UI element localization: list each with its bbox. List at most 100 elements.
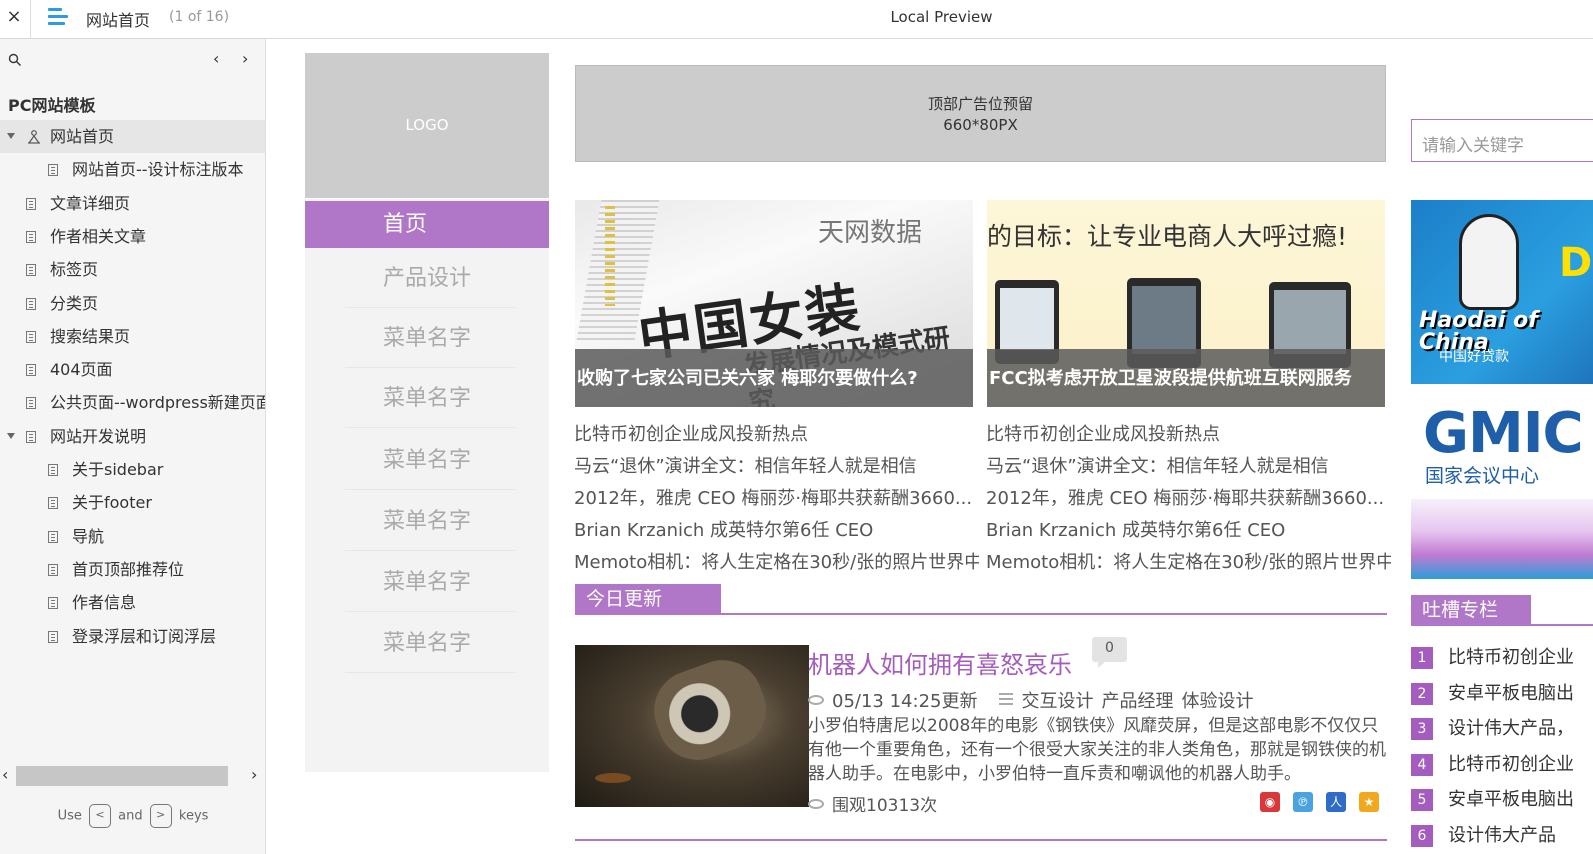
comment-count-badge[interactable]: 0 — [1092, 637, 1127, 668]
tree-item-label: 导航 — [72, 526, 105, 546]
nav-divider — [345, 489, 515, 490]
rank-item[interactable]: 4 比特币初创企业 — [1411, 750, 1593, 786]
tree-item[interactable]: 作者相关文章 — [0, 220, 265, 253]
tree-item[interactable]: 404页面 — [0, 353, 265, 386]
next-page-button[interactable]: › — [242, 49, 248, 68]
tree-item-label: 分类页 — [50, 293, 99, 313]
rank-item[interactable]: 6 设计伟大产品 — [1411, 821, 1593, 854]
page-icon — [26, 197, 36, 210]
article-tag[interactable]: 体验设计 — [1181, 691, 1253, 712]
tree-item[interactable]: 搜索结果页 — [0, 320, 265, 353]
page-icon — [48, 597, 58, 610]
nav-item[interactable]: 首页 — [305, 201, 549, 248]
news-item[interactable]: Memoto相机：将人生定格在30秒/张的照片世界中 — [574, 549, 979, 581]
tree-item[interactable]: 网站首页 — [0, 120, 265, 153]
article-title[interactable]: 机器人如何拥有喜怒哀乐 — [808, 645, 1072, 680]
weibo-share-icon[interactable]: ◉ — [1260, 792, 1280, 812]
nav-item[interactable]: 菜单名字 — [305, 620, 549, 667]
tree-item[interactable]: 分类页 — [0, 287, 265, 320]
page-icon — [48, 464, 58, 476]
nav-item[interactable]: 菜单名字 — [305, 498, 549, 545]
hint-and-text: and — [118, 808, 143, 824]
tree-item[interactable]: 关于sidebar — [0, 453, 265, 486]
article-views: 围观10313次 — [808, 791, 937, 816]
nav-item[interactable]: 菜单名字 — [305, 437, 549, 484]
haodai-slogan: 中国好贷款 — [1439, 349, 1509, 365]
news-item[interactable]: 马云“退休”演讲全文：相信年轻人就是相信 — [986, 453, 1391, 485]
tree-item[interactable]: 公共页面--wordpress新建页面 — [0, 386, 265, 419]
sitemap-menu-icon[interactable] — [48, 8, 68, 26]
banner-image-2[interactable]: 的目标：让专业电商人大呼过瘾! FCC拟考虑开放卫星波段提供航班互联网服务 — [987, 200, 1385, 407]
tree-item-label: 网站开发说明 — [50, 426, 147, 446]
horizontal-scrollbar[interactable] — [16, 766, 228, 786]
tree-item[interactable]: 首页顶部推荐位 — [0, 553, 265, 586]
news-item[interactable]: 2012年，雅虎 CEO 梅丽莎·梅耶共获薪酬3660... — [574, 485, 979, 517]
news-item[interactable]: 2012年，雅虎 CEO 梅丽莎·梅耶共获薪酬3660... — [986, 485, 1391, 517]
scroll-left-button[interactable]: ‹ — [2, 765, 8, 784]
right-ad-haodai[interactable]: D Haodai of China 中国好贷款 — [1411, 200, 1593, 384]
news-item[interactable]: 比特币初创企业成风投新热点 — [986, 421, 1391, 453]
tree-item[interactable]: 关于footer — [0, 486, 265, 519]
page-icon — [48, 530, 58, 543]
news-item[interactable]: Memoto相机：将人生定格在30秒/张的照片世界中 — [986, 549, 1391, 581]
tree-item[interactable]: 网站首页--设计标注版本 — [0, 153, 265, 186]
ad-size: 660*80PX — [943, 116, 1018, 134]
scroll-right-button[interactable]: › — [251, 765, 257, 784]
close-button[interactable]: × — [0, 0, 28, 36]
nav-divider — [345, 672, 515, 673]
gmic-venue: 国家会议中心 — [1425, 465, 1540, 487]
nav-item[interactable]: 产品设计 — [305, 255, 549, 302]
hint-keys-text: keys — [178, 808, 209, 824]
article-thumbnail[interactable] — [575, 645, 809, 807]
page-icon — [26, 364, 36, 377]
article-tag[interactable]: 产品经理 — [1101, 691, 1173, 712]
today-updates-header: 今日更新 — [575, 584, 1387, 615]
article-tag[interactable]: 交互设计 — [1021, 691, 1093, 712]
search-icon[interactable] — [8, 53, 22, 67]
tree-item[interactable]: 网站开发说明 — [0, 420, 265, 453]
rank-item[interactable]: 3 设计伟大产品， — [1411, 714, 1593, 750]
gmic-brand: GMIC — [1423, 401, 1584, 466]
right-ad-gmic[interactable]: GMIC 国家会议中心 — [1411, 399, 1593, 579]
favorite-share-icon[interactable]: ★ — [1359, 792, 1379, 812]
news-item[interactable]: Brian Krzanich 成英特尔第6任 CEO — [986, 517, 1391, 549]
current-page-name: 网站首页 — [86, 11, 151, 30]
tree-item-label: 404页面 — [50, 360, 113, 380]
expand-caret-icon[interactable] — [7, 133, 15, 139]
tree-item[interactable]: 导航 — [0, 520, 265, 553]
renren-share-icon[interactable]: 人 — [1326, 792, 1346, 812]
top-ad-placeholder: 顶部广告位预留 660*80PX — [575, 65, 1386, 162]
rank-number: 3 — [1411, 718, 1433, 740]
tree-item-label: 搜索结果页 — [50, 326, 131, 346]
banner2-caption: FCC拟考虑开放卫星波段提供航班互联网服务 — [987, 349, 1385, 407]
key-next-icon: > — [149, 804, 172, 828]
prev-page-button[interactable]: ‹ — [213, 49, 219, 68]
eye-icon — [808, 799, 824, 809]
tree-item-label: 关于sidebar — [72, 460, 164, 479]
project-title: PC网站模板 — [8, 96, 96, 115]
nav-item[interactable]: 菜单名字 — [305, 375, 549, 422]
tree-item[interactable]: 标签页 — [0, 253, 265, 286]
rank-item[interactable]: 5 安卓平板电脑出 — [1411, 785, 1593, 821]
search-input[interactable]: 请输入关键字 — [1411, 119, 1593, 162]
tree-item[interactable]: 作者信息 — [0, 586, 265, 619]
rank-item[interactable]: 2 安卓平板电脑出 — [1411, 679, 1593, 715]
views-count: 围观10313次 — [832, 796, 938, 816]
today-updates-tab[interactable]: 今日更新 — [575, 584, 721, 613]
expand-caret-icon[interactable] — [7, 432, 15, 439]
rank-text: 设计伟大产品， — [1448, 718, 1574, 739]
nav-item[interactable]: 菜单名字 — [305, 559, 549, 606]
tucao-tab[interactable]: 吐槽专栏 — [1411, 595, 1531, 624]
tree-item[interactable]: 文章详细页 — [0, 187, 265, 220]
news-item[interactable]: 马云“退休”演讲全文：相信年轻人就是相信 — [574, 453, 979, 485]
news-item[interactable]: Brian Krzanich 成英特尔第6任 CEO — [574, 517, 979, 549]
tree-item[interactable]: 登录浮层和订阅浮层 — [0, 620, 265, 653]
page-count: (1 of 16) — [169, 9, 230, 25]
news-item[interactable]: 比特币初创企业成风投新热点 — [574, 421, 979, 453]
rank-item[interactable]: 1 比特币初创企业 — [1411, 643, 1593, 679]
rank-number: 4 — [1411, 753, 1433, 776]
nav-item[interactable]: 菜单名字 — [305, 315, 549, 362]
banner-image-1[interactable]: 天网数据 中国女装 发展情况及模式研究 收购了七家公司已关六家 梅耶尔要做什么? — [575, 200, 973, 407]
tencent-share-icon[interactable]: ℗ — [1293, 792, 1313, 812]
banner2-headline: 的目标：让专业电商人大呼过瘾! — [987, 222, 1348, 251]
